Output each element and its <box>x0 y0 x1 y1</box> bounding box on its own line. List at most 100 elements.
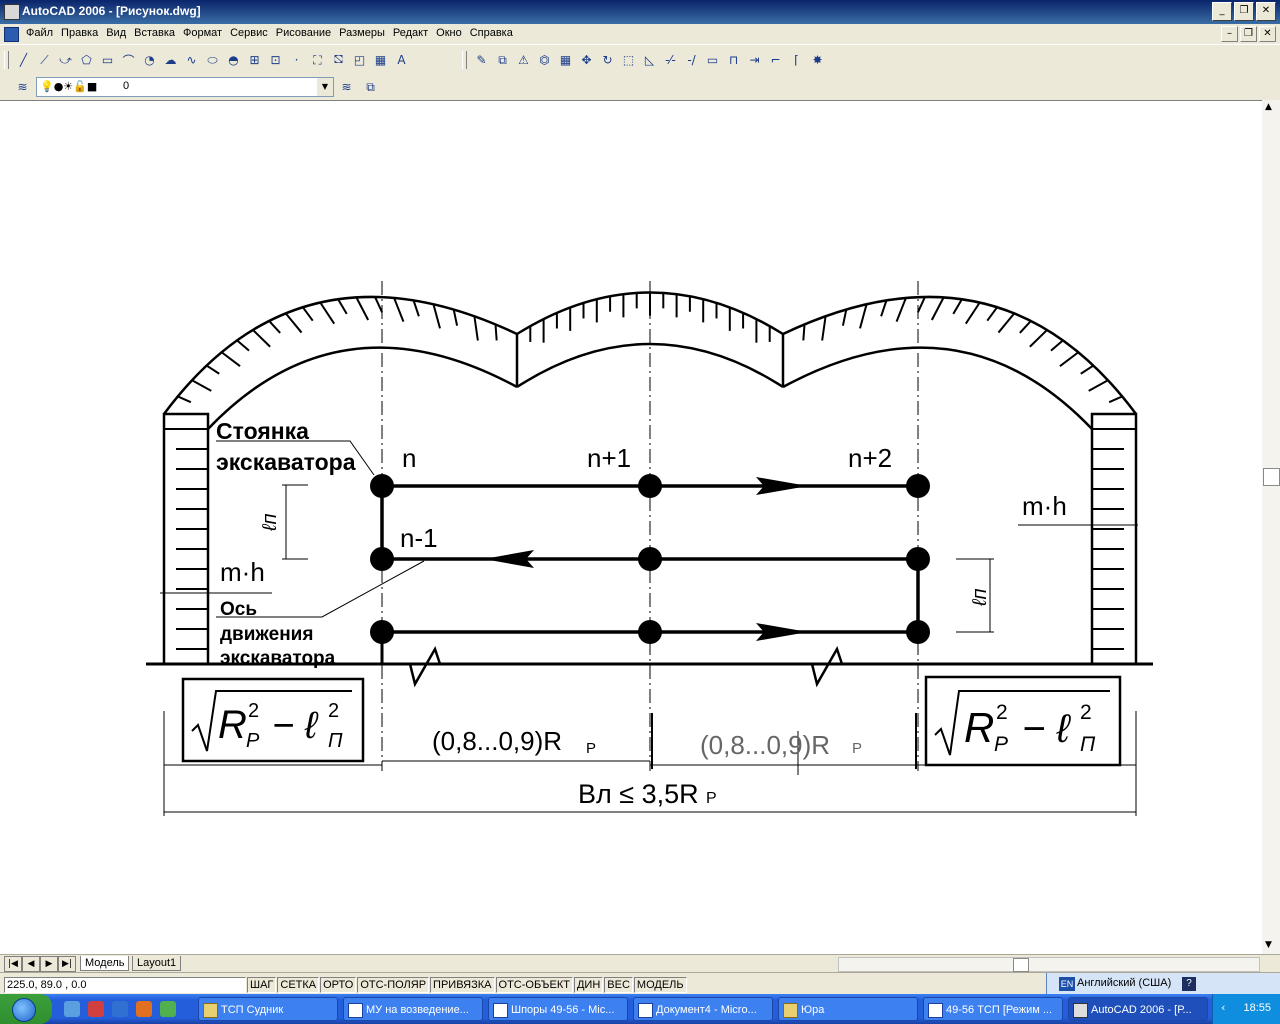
draw-tool-icon[interactable]: ⛞ <box>328 50 349 70</box>
task-button[interactable]: 49-56 ТСП [Режим ... <box>923 997 1063 1021</box>
language-name[interactable]: Английский (США) <box>1077 977 1171 989</box>
tray-expand-icon[interactable]: ‹ <box>1221 1001 1225 1014</box>
modify-tool-icon[interactable]: ▭ <box>702 50 723 70</box>
modify-tool-icon[interactable]: ↻ <box>597 50 618 70</box>
mode-grid[interactable]: СЕТКА <box>277 977 320 993</box>
scroll-up-icon[interactable]: ▲ <box>1265 102 1272 112</box>
modify-tool-icon[interactable]: -/ <box>681 50 702 70</box>
tab-next-icon[interactable]: ▶ <box>40 956 58 972</box>
maximize-button[interactable]: ❐ <box>1234 2 1254 21</box>
draw-tool-icon[interactable]: ◰ <box>349 50 370 70</box>
menu-file[interactable]: Файл <box>22 27 57 39</box>
mode-model[interactable]: МОДЕЛЬ <box>633 977 687 993</box>
modify-tool-icon[interactable]: ⬚ <box>618 50 639 70</box>
modify-tool-icon[interactable]: ✎ <box>471 50 492 70</box>
menu-modify[interactable]: Редакт <box>389 27 432 39</box>
language-code[interactable]: EN <box>1059 977 1075 991</box>
autocad-app-icon[interactable] <box>4 4 20 20</box>
menu-edit[interactable]: Правка <box>57 27 102 39</box>
task-button[interactable]: МУ на возведение... <box>343 997 483 1021</box>
menu-insert[interactable]: Вставка <box>130 27 179 39</box>
start-button[interactable] <box>0 994 52 1024</box>
tab-last-icon[interactable]: ▶| <box>58 956 76 972</box>
draw-tool-icon[interactable]: ⊞ <box>244 50 265 70</box>
modify-tool-icon[interactable]: ⏣ <box>534 50 555 70</box>
doc-minimize-button[interactable]: – <box>1221 26 1238 42</box>
clock[interactable]: 18:55 <box>1243 1002 1271 1014</box>
layer-dropdown[interactable]: 💡●☀🔓■ 0 ▼ <box>36 77 334 97</box>
ie-icon[interactable] <box>112 1001 128 1017</box>
tab-layout1[interactable]: Layout1 <box>132 956 182 971</box>
quick-launch-icon[interactable] <box>64 1001 80 1017</box>
menu-tools[interactable]: Сервис <box>226 27 272 39</box>
toolbar-grip[interactable] <box>4 51 9 69</box>
modify-tool-icon[interactable]: ✸ <box>807 50 828 70</box>
layer-manager-icon[interactable]: ≋ <box>12 77 33 97</box>
modify-tool-icon[interactable]: ⌐ <box>765 50 786 70</box>
doc-close-button[interactable]: ✕ <box>1259 26 1276 42</box>
draw-tool-icon[interactable]: ∿ <box>181 50 202 70</box>
task-button[interactable]: Юра <box>778 997 918 1021</box>
modify-tool-icon[interactable]: ⇥ <box>744 50 765 70</box>
minimize-button[interactable]: _ <box>1212 2 1232 21</box>
draw-tool-icon[interactable]: ⬭ <box>202 50 223 70</box>
draw-tool-icon[interactable]: ⤻ <box>55 50 76 70</box>
scroll-down-icon[interactable]: ▼ <box>1265 940 1272 950</box>
draw-tool-icon[interactable]: ⛶ <box>307 50 328 70</box>
draw-tool-icon[interactable]: ◔ <box>139 50 160 70</box>
mode-polar[interactable]: ОТС-ПОЛЯР <box>357 977 430 993</box>
draw-tool-icon[interactable]: ▭ <box>97 50 118 70</box>
mode-ortho[interactable]: ОРТО <box>320 977 357 993</box>
mode-otrack[interactable]: ОТС-ОБЪЕКТ <box>495 977 573 993</box>
horizontal-scrollbar[interactable] <box>838 957 1260 972</box>
draw-tool-icon[interactable]: ⬠ <box>76 50 97 70</box>
menu-window[interactable]: Окно <box>432 27 466 39</box>
modify-tool-icon[interactable]: ⧉ <box>492 50 513 70</box>
layer-previous-icon[interactable]: ⧉ <box>360 77 381 97</box>
menu-draw[interactable]: Рисование <box>272 27 335 39</box>
draw-tool-icon[interactable]: ◓ <box>223 50 244 70</box>
task-button[interactable]: Шпоры 49-56 - Mic... <box>488 997 628 1021</box>
mode-osnap[interactable]: ПРИВЯЗКА <box>430 977 495 993</box>
draw-tool-icon[interactable]: ⊡ <box>265 50 286 70</box>
task-button[interactable]: Документ4 - Micro... <box>633 997 773 1021</box>
modify-tool-icon[interactable]: ⊓ <box>723 50 744 70</box>
chevron-down-icon[interactable]: ▼ <box>317 78 333 96</box>
quick-launch-icon[interactable] <box>160 1001 176 1017</box>
tab-first-icon[interactable]: |◀ <box>4 956 22 972</box>
mode-dyn[interactable]: ДИН <box>573 977 604 993</box>
vertical-scroll-thumb[interactable] <box>1263 468 1280 486</box>
vertical-scrollbar[interactable]: ▲ ▼ <box>1262 100 1280 954</box>
drawing-canvas[interactable]: Стоянка экскаватора n n+1 n+2 n-1 m·h m·… <box>0 100 1262 955</box>
horizontal-scroll-thumb[interactable] <box>1013 958 1029 972</box>
tab-prev-icon[interactable]: ◀ <box>22 956 40 972</box>
doc-restore-button[interactable]: ❐ <box>1240 26 1257 42</box>
modify-tool-icon[interactable]: -⁄- <box>660 50 681 70</box>
make-layer-current-icon[interactable]: ≋ <box>336 77 357 97</box>
modify-tool-icon[interactable]: ⌈ <box>786 50 807 70</box>
modify-tool-icon[interactable]: ✥ <box>576 50 597 70</box>
menu-dimension[interactable]: Размеры <box>335 27 389 39</box>
mode-snap[interactable]: ШАГ <box>247 977 277 993</box>
modify-tool-icon[interactable]: ⚠ <box>513 50 534 70</box>
draw-tool-icon[interactable]: ⌒ <box>118 50 139 70</box>
quick-launch-icon[interactable] <box>88 1001 104 1017</box>
language-bar[interactable]: EN Английский (США) ? <box>1046 973 1280 995</box>
draw-tool-icon[interactable]: ⟋ <box>34 50 55 70</box>
menu-view[interactable]: Вид <box>102 27 130 39</box>
draw-tool-icon[interactable]: ☁ <box>160 50 181 70</box>
task-button-active[interactable]: AutoCAD 2006 - [Р... <box>1068 997 1208 1021</box>
draw-tool-icon[interactable]: · <box>286 50 307 70</box>
menu-help[interactable]: Справка <box>466 27 517 39</box>
task-button[interactable]: ТСП Судник <box>198 997 338 1021</box>
modify-tool-icon[interactable]: ▦ <box>555 50 576 70</box>
menu-format[interactable]: Формат <box>179 27 226 39</box>
tab-model[interactable]: Модель <box>80 956 130 971</box>
modify-tool-icon[interactable]: ◺ <box>639 50 660 70</box>
close-button[interactable]: ✕ <box>1256 2 1276 21</box>
draw-tool-icon[interactable]: ╱ <box>13 50 34 70</box>
quick-launch-icon[interactable] <box>136 1001 152 1017</box>
help-icon[interactable]: ? <box>1182 977 1196 991</box>
mode-lwt[interactable]: ВЕС <box>604 977 633 993</box>
draw-tool-icon[interactable]: A <box>391 50 412 70</box>
